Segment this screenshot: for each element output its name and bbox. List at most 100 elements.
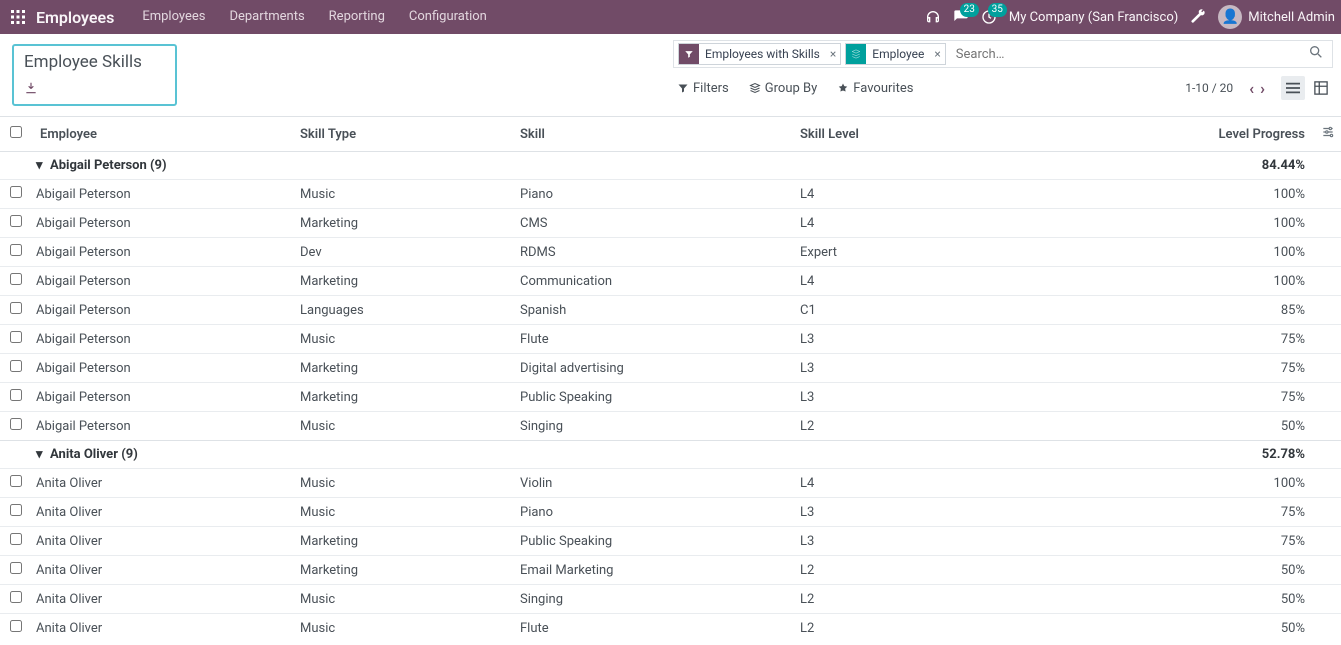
cell-progress: 100% — [1183, 180, 1313, 209]
cell-skill: Singing — [512, 585, 792, 614]
cell-progress: 75% — [1183, 527, 1313, 556]
table-row[interactable]: Anita OliverMarketingEmail MarketingL250… — [0, 556, 1341, 585]
pager-arrows: ‹ › — [1247, 79, 1267, 98]
nav-link-configuration[interactable]: Configuration — [397, 0, 499, 34]
group-row[interactable]: ▾Abigail Peterson (9)84.44% — [0, 152, 1341, 180]
cell-progress: 100% — [1183, 469, 1313, 498]
star-icon — [837, 82, 849, 94]
filter-facet[interactable]: Employees with Skills × — [678, 43, 841, 65]
table-row[interactable]: Anita OliverMusicFluteL250% — [0, 614, 1341, 643]
cell-skill-type: Marketing — [292, 383, 512, 412]
caret-down-icon: ▾ — [36, 158, 46, 173]
pivot-view-button[interactable] — [1309, 76, 1333, 100]
activities-button[interactable]: 35 — [981, 9, 997, 25]
table-row[interactable]: Abigail PetersonMarketingCommunicationL4… — [0, 267, 1341, 296]
groupby-facet[interactable]: Employee × — [845, 43, 946, 65]
row-checkbox[interactable] — [10, 215, 22, 227]
cell-skill-level: L2 — [792, 412, 1183, 441]
user-menu[interactable]: 👤 Mitchell Admin — [1218, 5, 1335, 29]
cell-skill-type: Dev — [292, 238, 512, 267]
row-checkbox[interactable] — [10, 389, 22, 401]
messages-button[interactable]: 23 — [953, 9, 969, 25]
export-button[interactable] — [24, 80, 163, 96]
table-row[interactable]: Abigail PetersonLanguagesSpanishC185% — [0, 296, 1341, 325]
table-row[interactable]: Anita OliverMusicPianoL375% — [0, 498, 1341, 527]
app-title[interactable]: Employees — [36, 8, 114, 27]
col-skill[interactable]: Skill — [512, 117, 792, 152]
nav-link-reporting[interactable]: Reporting — [317, 0, 397, 34]
cell-employee: Abigail Peterson — [32, 180, 292, 209]
row-checkbox[interactable] — [10, 562, 22, 574]
cell-skill: Communication — [512, 267, 792, 296]
table-row[interactable]: Abigail PetersonMarketingPublic Speaking… — [0, 383, 1341, 412]
user-name: Mitchell Admin — [1248, 10, 1335, 25]
col-skill-level[interactable]: Skill Level — [792, 117, 1183, 152]
row-checkbox[interactable] — [10, 186, 22, 198]
nav-link-employees[interactable]: Employees — [130, 0, 217, 34]
row-checkbox[interactable] — [10, 504, 22, 516]
list-view-button[interactable] — [1281, 76, 1305, 100]
funnel-icon — [677, 82, 689, 94]
row-checkbox[interactable] — [10, 273, 22, 285]
cell-employee: Abigail Peterson — [32, 325, 292, 354]
table-row[interactable]: Abigail PetersonMarketingCMSL4100% — [0, 209, 1341, 238]
skills-table: Employee Skill Type Skill Skill Level Le… — [0, 117, 1341, 642]
top-nav: Employees Employees Departments Reportin… — [0, 0, 1341, 34]
pager-next[interactable]: › — [1258, 79, 1267, 98]
col-level-progress[interactable]: Level Progress — [1183, 117, 1313, 152]
cell-skill: CMS — [512, 209, 792, 238]
row-checkbox[interactable] — [10, 331, 22, 343]
caret-down-icon: ▾ — [36, 447, 46, 462]
group-aggregate: 52.78% — [1183, 441, 1313, 469]
search-input[interactable] — [950, 41, 1300, 67]
table-row[interactable]: Abigail PetersonMusicSingingL250% — [0, 412, 1341, 441]
groupby-button[interactable]: Group By — [749, 81, 818, 96]
layers-icon — [846, 44, 866, 64]
group-row[interactable]: ▾Anita Oliver (9)52.78% — [0, 441, 1341, 469]
row-checkbox[interactable] — [10, 418, 22, 430]
cell-skill-level: L3 — [792, 325, 1183, 354]
cell-skill: Piano — [512, 498, 792, 527]
row-checkbox[interactable] — [10, 475, 22, 487]
sliders-icon — [1321, 125, 1335, 139]
filter-facet-close[interactable]: × — [826, 47, 840, 61]
col-skill-type[interactable]: Skill Type — [292, 117, 512, 152]
row-checkbox[interactable] — [10, 360, 22, 372]
groupby-facet-close[interactable]: × — [930, 47, 944, 61]
search-bar[interactable]: Employees with Skills × Employee × — [673, 40, 1333, 68]
table-row[interactable]: Anita OliverMusicViolinL4100% — [0, 469, 1341, 498]
nav-link-departments[interactable]: Departments — [217, 0, 316, 34]
cell-progress: 50% — [1183, 412, 1313, 441]
cell-skill-type: Marketing — [292, 527, 512, 556]
apps-launcher[interactable] — [6, 5, 30, 29]
table-row[interactable]: Abigail PetersonDevRDMSExpert100% — [0, 238, 1341, 267]
layers-small-icon — [749, 82, 761, 94]
company-selector[interactable]: My Company (San Francisco) — [1009, 10, 1178, 25]
table-row[interactable]: Anita OliverMusicSingingL250% — [0, 585, 1341, 614]
row-checkbox[interactable] — [10, 591, 22, 603]
table-row[interactable]: Abigail PetersonMarketingDigital adverti… — [0, 354, 1341, 383]
favourites-button[interactable]: Favourites — [837, 81, 913, 96]
search-icon[interactable] — [1308, 44, 1324, 64]
cell-skill-level: L3 — [792, 498, 1183, 527]
support-icon[interactable] — [925, 9, 941, 25]
table-row[interactable]: Anita OliverMarketingPublic SpeakingL375… — [0, 527, 1341, 556]
row-checkbox[interactable] — [10, 302, 22, 314]
row-checkbox[interactable] — [10, 620, 22, 632]
right-tools: 1-10 / 20 ‹ › — [1185, 76, 1333, 100]
table-row[interactable]: Abigail PetersonMusicPianoL4100% — [0, 180, 1341, 209]
cell-skill-type: Music — [292, 585, 512, 614]
row-checkbox[interactable] — [10, 533, 22, 545]
group-title: Abigail Peterson (9) — [50, 158, 167, 173]
filters-button[interactable]: Filters — [677, 81, 729, 96]
pager-text[interactable]: 1-10 / 20 — [1185, 81, 1233, 95]
col-employee[interactable]: Employee — [32, 117, 292, 152]
select-all-checkbox[interactable] — [10, 126, 22, 138]
cell-skill-level: L4 — [792, 209, 1183, 238]
debug-icon[interactable] — [1190, 9, 1206, 25]
pager-prev[interactable]: ‹ — [1247, 79, 1256, 98]
row-checkbox[interactable] — [10, 244, 22, 256]
col-options[interactable] — [1313, 117, 1341, 152]
wrench-icon — [1190, 9, 1206, 25]
table-row[interactable]: Abigail PetersonMusicFluteL375% — [0, 325, 1341, 354]
